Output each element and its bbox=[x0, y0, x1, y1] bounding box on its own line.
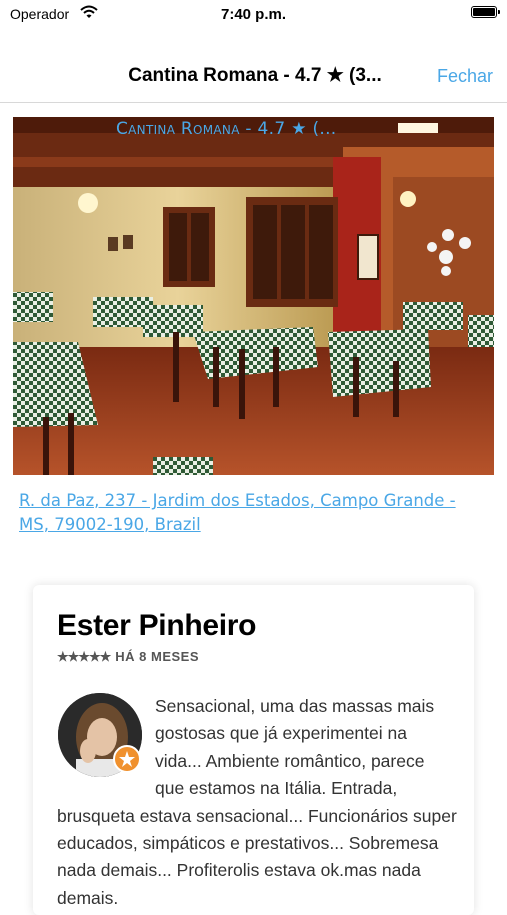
status-bar: Operador 7:40 p.m. bbox=[0, 0, 507, 28]
page-title: Cantina Romana - 4.7 ★ (3... bbox=[128, 65, 382, 86]
review-meta: ★★★★★ HÁ 8 MESES bbox=[57, 649, 199, 665]
clock: 7:40 p.m. bbox=[220, 6, 287, 23]
address-link[interactable]: R. da Paz, 237 - Jardim dos Estados, Cam… bbox=[19, 489, 489, 537]
photo-caption: Cantina Romana - 4.7 ★ (... bbox=[116, 119, 337, 139]
review-card: Ester Pinheiro ★★★★★ HÁ 8 MESES Sensacion… bbox=[33, 585, 474, 915]
review-text: Sensacional, uma das massas mais gostosa… bbox=[57, 696, 457, 908]
review-time: HÁ 8 MESES bbox=[115, 649, 200, 664]
restaurant-interior-image bbox=[13, 117, 494, 475]
navigation-bar: Cantina Romana - 4.7 ★ (3... Fechar bbox=[0, 28, 507, 103]
battery-icon bbox=[471, 6, 500, 18]
restaurant-photo: Cantina Romana - 4.7 ★ (... bbox=[13, 117, 494, 475]
reviewer-name: Ester Pinheiro bbox=[57, 609, 257, 642]
close-button[interactable]: Fechar bbox=[437, 66, 493, 87]
rating-stars: ★★★★★ bbox=[57, 649, 111, 664]
